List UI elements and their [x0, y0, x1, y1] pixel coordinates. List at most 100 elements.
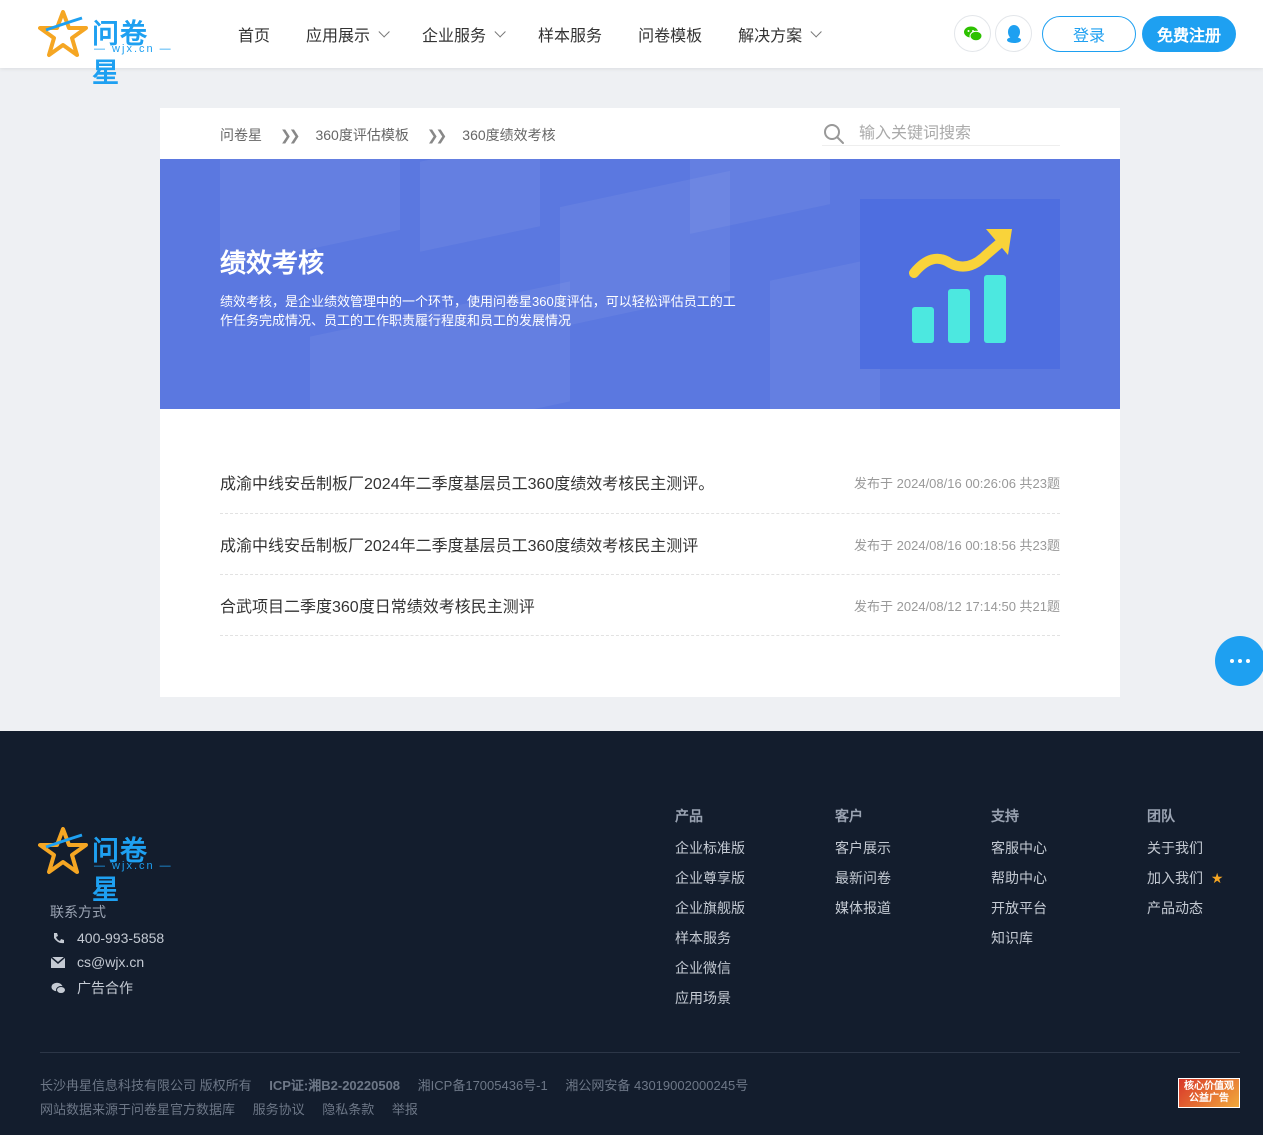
wechat-icon	[963, 26, 982, 41]
footer-column-support: 支持 客服中心 帮助中心 开放平台 知识库	[991, 806, 1047, 961]
register-button[interactable]: 免费注册	[1142, 16, 1236, 52]
search-input[interactable]	[859, 122, 1059, 146]
footer-link[interactable]: 关于我们	[1147, 841, 1223, 871]
nav-survey-templates[interactable]: 问卷模板	[638, 22, 702, 46]
footer-link[interactable]: 开放平台	[991, 901, 1047, 931]
footer-divider	[40, 1052, 1240, 1053]
footer-column-team: 团队 关于我们 加入我们 ★ 产品动态	[1147, 806, 1223, 931]
login-button[interactable]: 登录	[1042, 16, 1136, 52]
footer-column-products: 产品 企业标准版 企业尊享版 企业旗舰版 样本服务 企业微信 应用场景	[675, 806, 745, 1021]
public-service-ad-badge[interactable]: 核心价值观 公益广告	[1178, 1078, 1240, 1108]
banner-title: 绩效考核	[220, 248, 325, 278]
ellipsis-icon	[1238, 659, 1242, 663]
banner-description: 绩效考核，是企业绩效管理中的一个环节，使用问卷星360度评估，可以轻松评估员工的…	[220, 294, 736, 328]
footer-link[interactable]: 知识库	[991, 931, 1047, 961]
contact-phone: 400-993-5858	[50, 930, 164, 946]
mail-icon	[50, 956, 66, 968]
column-heading: 团队	[1147, 808, 1175, 824]
footer-link[interactable]: 企业尊享版	[675, 871, 745, 901]
list-item[interactable]: 合武项目二季度360度日常绩效考核民主测评 发布于 2024/08/12 17:…	[220, 575, 1060, 636]
column-heading: 产品	[675, 808, 703, 824]
footer-link[interactable]: 客户展示	[835, 841, 891, 871]
contact-title: 联系方式	[50, 904, 106, 920]
nav-enterprise-service[interactable]: 企业服务	[422, 22, 506, 46]
site-footer: 问卷星 — wjx.cn — 联系方式 400-993-5858 cs@wjx.…	[0, 731, 1263, 1135]
breadcrumb-item-current: 360度绩效考核	[462, 127, 556, 143]
phone-number: 400-993-5858	[77, 930, 165, 946]
template-title[interactable]: 成渝中线安岳制板厂2024年二季度基层员工360度绩效考核民主测评。	[220, 470, 714, 494]
nav-label: 解决方案	[738, 28, 803, 45]
nav-label: 问卷模板	[638, 28, 703, 45]
column-heading: 客户	[835, 808, 863, 824]
privacy-policy-link[interactable]: 隐私条款	[322, 1102, 374, 1117]
banner-decor	[690, 159, 830, 234]
footer-link[interactable]: 最新问卷	[835, 871, 891, 901]
footer-link[interactable]: 帮助中心	[991, 871, 1047, 901]
footer-link[interactable]: 媒体报道	[835, 901, 891, 931]
police-record[interactable]: 湘公网安备 43019002000245号	[565, 1078, 748, 1093]
footer-link[interactable]: 企业标准版	[675, 841, 745, 871]
ellipsis-icon	[1246, 659, 1250, 663]
footer-link-join-us[interactable]: 加入我们 ★	[1147, 871, 1223, 901]
nav-sample-service[interactable]: 样本服务	[538, 22, 602, 46]
star-logo-icon	[38, 827, 88, 874]
list-item[interactable]: 成渝中线安岳制板厂2024年二季度基层员工360度绩效考核民主测评。 发布于 2…	[220, 451, 1060, 514]
top-header: 问卷星 — wjx.cn — 首页 应用展示 企业服务 样本服务 问卷模板 解决…	[0, 0, 1263, 88]
footer-link[interactable]: 应用场景	[675, 991, 745, 1021]
footer-brand-logo[interactable]: 问卷星 — wjx.cn —	[38, 827, 173, 905]
search-icon[interactable]	[822, 122, 846, 146]
wechat-icon	[50, 982, 66, 994]
footer-link[interactable]: 客服中心	[991, 841, 1047, 871]
category-banner: 绩效考核 绩效考核，是企业绩效管理中的一个环节，使用问卷星360度评估，可以轻松…	[160, 159, 1120, 409]
brand-domain: — wjx.cn —	[94, 860, 173, 872]
data-source-note: 网站数据来源于问卷星官方数据库	[40, 1102, 236, 1117]
breadcrumb-item-category[interactable]: 360度评估模板	[315, 125, 408, 145]
template-title[interactable]: 合武项目二季度360度日常绩效考核民主测评	[220, 593, 535, 617]
qq-penguin-icon	[1006, 24, 1021, 43]
nav-label: 企业服务	[422, 28, 487, 45]
copyright-text: 长沙冉星信息科技有限公司 版权所有	[40, 1078, 252, 1093]
icp-record[interactable]: 湘ICP备17005436号-1	[418, 1078, 548, 1093]
template-meta: 发布于 2024/08/12 17:14:50 共21题	[854, 598, 1060, 614]
online-chat-button[interactable]	[1215, 636, 1263, 686]
column-heading: 支持	[991, 808, 1019, 824]
list-item[interactable]: 成渝中线安岳制板厂2024年二季度基层员工360度绩效考核民主测评 发布于 20…	[220, 514, 1060, 575]
footer-link[interactable]: 样本服务	[675, 931, 745, 961]
qq-button[interactable]	[995, 15, 1032, 52]
footer-link[interactable]: 产品动态	[1147, 901, 1223, 931]
template-title[interactable]: 成渝中线安岳制板厂2024年二季度基层员工360度绩效考核民主测评	[220, 532, 698, 556]
nav-solutions[interactable]: 解决方案	[738, 22, 822, 46]
growth-chart-illustration	[860, 199, 1060, 369]
chevron-down-icon	[494, 26, 506, 38]
breadcrumb-item-home[interactable]: 问卷星	[220, 125, 262, 145]
breadcrumb: 问卷星 ❯❯ 360度评估模板 ❯❯ 360度绩效考核	[220, 125, 556, 145]
nav-label: 样本服务	[538, 28, 603, 45]
chevron-double-right-icon: ❯❯	[426, 126, 448, 143]
growth-chart-icon	[909, 229, 1012, 343]
search-box	[822, 122, 1060, 146]
copyright-line: 长沙冉星信息科技有限公司 版权所有 ICP证:湘B2-20220508 湘ICP…	[40, 1075, 762, 1094]
chevron-double-right-icon: ❯❯	[280, 126, 301, 143]
wechat-button[interactable]	[954, 15, 991, 52]
ad-cooperation-link[interactable]: 广告合作	[77, 978, 133, 998]
nav-app-showcase[interactable]: 应用展示	[306, 22, 390, 46]
email-address[interactable]: cs@wjx.cn	[77, 954, 144, 970]
star-logo-icon	[38, 10, 88, 57]
chevron-down-icon	[810, 26, 822, 38]
star-icon: ★	[1210, 870, 1224, 886]
service-agreement-link[interactable]: 服务协议	[253, 1102, 305, 1117]
icp-license[interactable]: ICP证:湘B2-20220508	[269, 1078, 400, 1093]
footer-legal-links: 网站数据来源于问卷星官方数据库 服务协议 隐私条款 举报	[40, 1099, 432, 1118]
footer-link-label: 加入我们	[1147, 870, 1203, 886]
template-list: 成渝中线安岳制板厂2024年二季度基层员工360度绩效考核民主测评。 发布于 2…	[220, 451, 1060, 636]
footer-link[interactable]: 企业旗舰版	[675, 901, 745, 931]
brand-domain: — wjx.cn —	[94, 43, 173, 55]
footer-link[interactable]: 企业微信	[675, 961, 745, 991]
nav-label: 首页	[238, 28, 271, 45]
report-link[interactable]: 举报	[392, 1102, 418, 1117]
banner-decor	[420, 159, 540, 252]
brand-logo[interactable]: 问卷星 — wjx.cn —	[38, 10, 173, 88]
ellipsis-icon	[1230, 659, 1234, 663]
nav-home[interactable]: 首页	[238, 22, 270, 46]
chevron-down-icon	[378, 26, 390, 38]
